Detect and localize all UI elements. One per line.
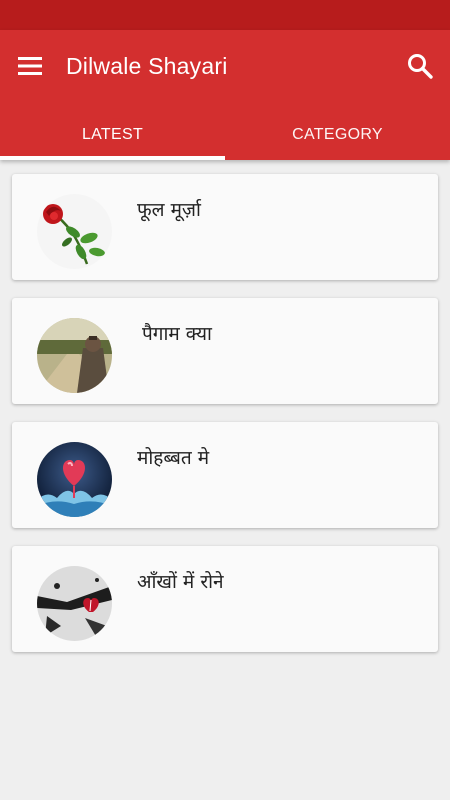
tab-category-label: CATEGORY (292, 126, 383, 143)
tab-bar: LATEST CATEGORY (0, 110, 450, 160)
broken-heart-thumbnail (37, 566, 112, 641)
list-item[interactable]: फूल मूर्ज़ा (12, 174, 438, 280)
tab-latest-label: LATEST (81, 126, 144, 143)
status-bar (0, 0, 450, 30)
tab-indicator (0, 156, 225, 160)
tab-latest[interactable]: LATEST (0, 110, 225, 160)
app-title: Dilwale Shayari (66, 53, 228, 79)
item-title: फूल मूर्ज़ा (137, 199, 201, 221)
rose-thumbnail (37, 194, 112, 269)
man-on-path-thumbnail (37, 318, 112, 393)
heart-splash-thumbnail (37, 442, 112, 517)
search-icon[interactable] (404, 50, 436, 82)
list-item[interactable]: पैगाम क्या (12, 298, 438, 404)
item-title: आँखों में रोने (137, 571, 224, 593)
tab-category[interactable]: CATEGORY (225, 110, 450, 160)
item-title: मोहब्बत मे (137, 447, 210, 469)
item-title: पैगाम क्या (142, 323, 212, 345)
list-item[interactable]: आँखों में रोने (12, 546, 438, 652)
hamburger-menu-icon[interactable] (14, 50, 46, 82)
list-item[interactable]: मोहब्बत मे (12, 422, 438, 528)
app-bar: Dilwale Shayari LATEST CATEGORY (0, 30, 450, 160)
shayari-list: फूल मूर्ज़ा पैगाम क्या मोहब्बत मे आँखों … (12, 174, 438, 670)
